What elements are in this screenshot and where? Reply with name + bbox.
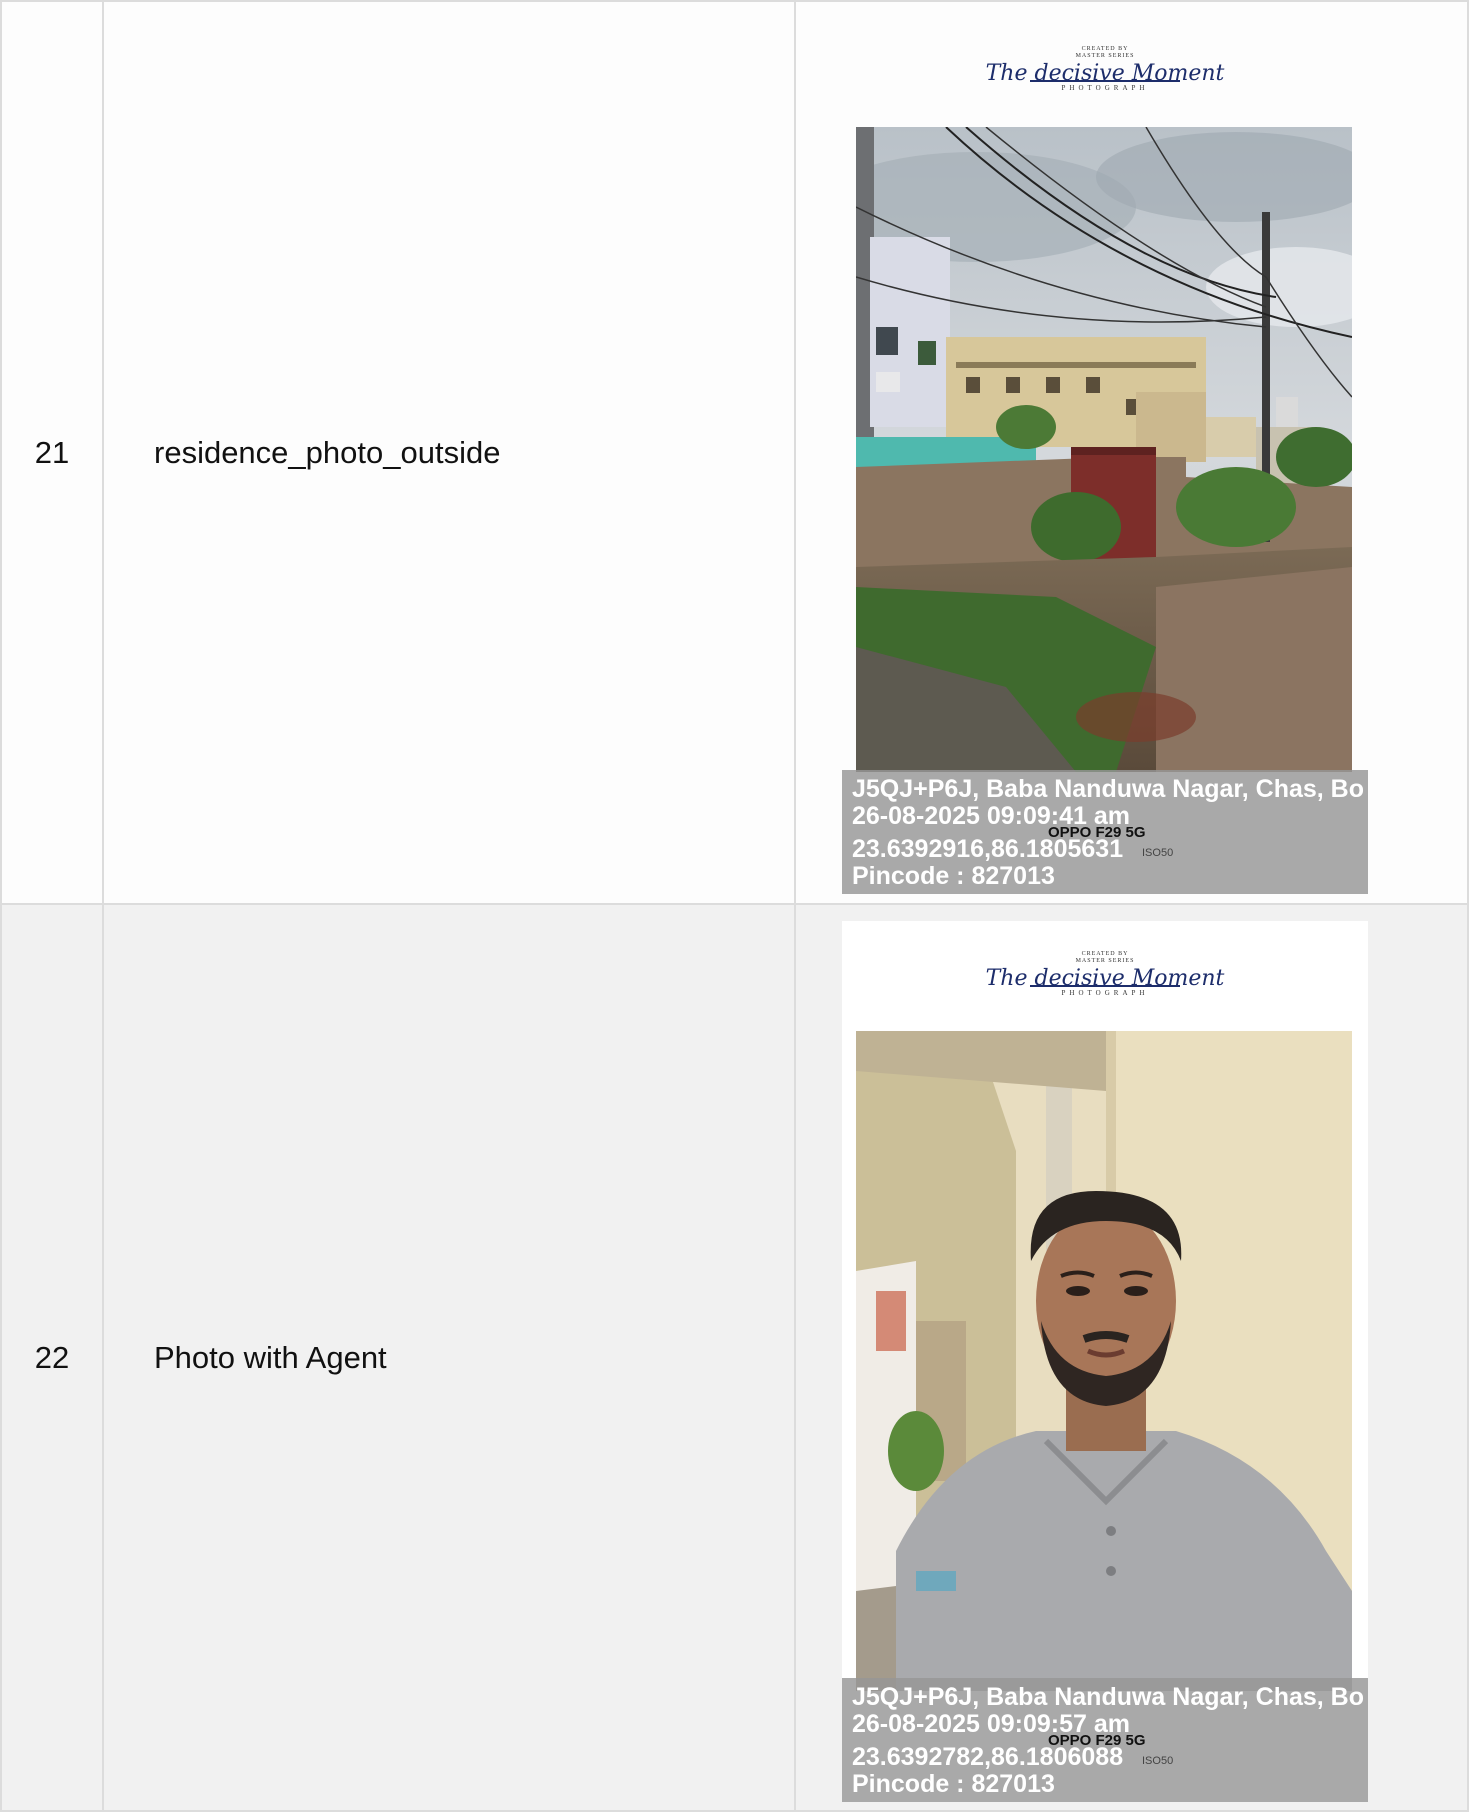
geo-stamp: J5QJ+P6J, Baba Nanduwa Nagar, Chas, Bo 2…	[842, 770, 1368, 894]
watermark-logo: CREATED BY MASTER SERIES The decisive Mo…	[842, 46, 1368, 92]
stamp-device: OPPO F29 5G	[1048, 1732, 1146, 1749]
photo-cell: CREATED BY MASTER SERIES The decisive Mo…	[794, 903, 1469, 1812]
stamp-address: J5QJ+P6J, Baba Nanduwa Nagar, Chas, Bo	[852, 775, 1364, 803]
table-row: 21 residence_photo_outside CREATED BY MA…	[0, 0, 1469, 905]
stamp-meta: ISO50	[1142, 847, 1174, 859]
stamp-address: J5QJ+P6J, Baba Nanduwa Nagar, Chas, Bo	[852, 1683, 1364, 1711]
photo-card: CREATED BY MASTER SERIES The decisive Mo…	[842, 921, 1368, 1802]
table-row: 22 Photo with Agent CREATED BY MASTER SE…	[0, 903, 1469, 1812]
row-label: Photo with Agent	[102, 903, 796, 1812]
photo-table: 21 residence_photo_outside CREATED BY MA…	[0, 0, 1469, 1812]
photo-cell: CREATED BY MASTER SERIES The decisive Mo…	[794, 0, 1469, 905]
stamp-pincode: Pincode : 827013	[852, 862, 1055, 890]
residence-photo	[856, 127, 1352, 772]
photo-card: CREATED BY MASTER SERIES The decisive Mo…	[842, 2, 1368, 895]
row-number: 22	[0, 903, 104, 1812]
stamp-device: OPPO F29 5G	[1048, 824, 1146, 841]
stamp-meta: ISO50	[1142, 1755, 1174, 1767]
geo-stamp: J5QJ+P6J, Baba Nanduwa Nagar, Chas, Bo 2…	[842, 1678, 1368, 1802]
agent-selfie-photo	[856, 1031, 1352, 1691]
row-number: 21	[0, 0, 104, 905]
watermark-logo: CREATED BY MASTER SERIES The decisive Mo…	[842, 951, 1368, 997]
stamp-pincode: Pincode : 827013	[852, 1770, 1055, 1798]
row-label: residence_photo_outside	[102, 0, 796, 905]
